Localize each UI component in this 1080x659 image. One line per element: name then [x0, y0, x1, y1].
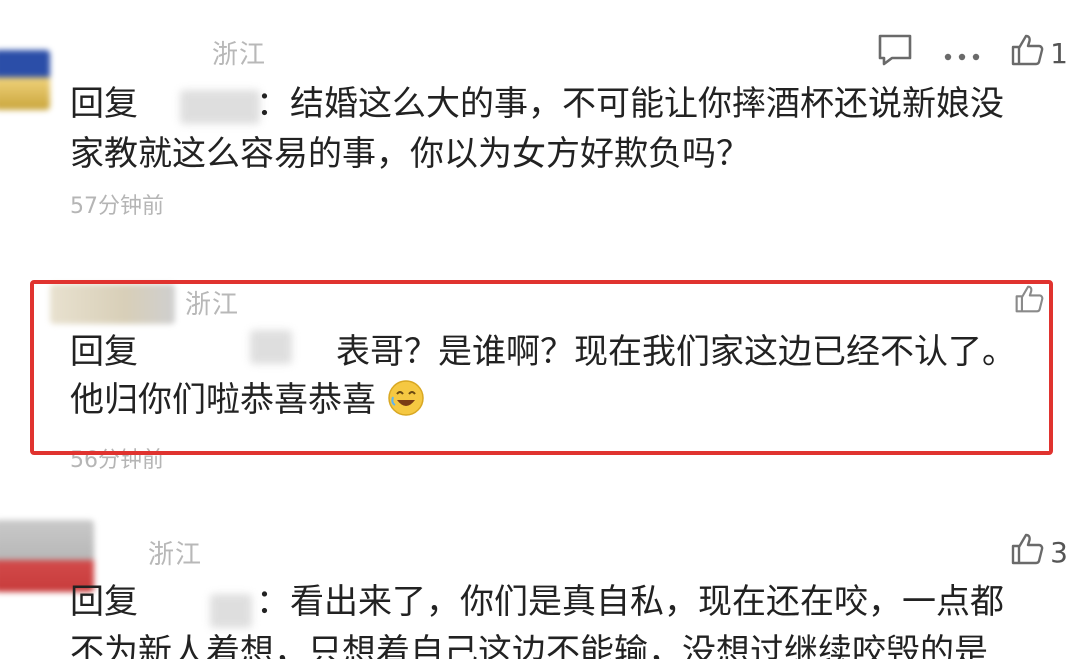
comment-text-line1: 表哥？是谁啊？现在我们家这边已经不认了。 — [336, 332, 1016, 372]
comment-body: 回复 ：结婚这么大的事，不可能让你摔酒杯还说新娘没 — [70, 78, 1055, 130]
comment-time: 57分钟前 — [70, 194, 164, 219]
comment-item-highlighted: 浙江 回复 表哥？是谁啊？现在我们家这边已经不认了。 他归你们啦恭喜恭喜 56分… — [0, 270, 1080, 473]
comment-body-line2: 他归你们啦恭喜恭喜 — [70, 374, 1055, 426]
user-location: 浙江 — [185, 290, 240, 320]
thumbs-up-icon — [1010, 33, 1044, 74]
like-count: 3 — [1050, 536, 1068, 569]
comment-item: 浙江 3 回复 ：看出来了，你们是真自私，现在还在咬，一点都 不为新人着想，只想着… — [0, 512, 1080, 659]
reply-separator: ： — [256, 582, 290, 622]
comment-body: 回复 ：看出来了，你们是真自私，现在还在咬，一点都 — [70, 576, 1055, 628]
more-dots-icon[interactable] — [942, 37, 982, 70]
comment-actions: 3 — [1010, 532, 1068, 573]
thumbs-up-icon — [1014, 284, 1044, 321]
like-button[interactable]: 3 — [1010, 532, 1068, 573]
comment-body: 回复 表哥？是谁啊？现在我们家这边已经不认了。 — [70, 326, 1055, 378]
comment-text-line2: 家教就这么容易的事，你以为女方好欺负吗？ — [70, 134, 750, 174]
comment-actions — [1014, 284, 1044, 321]
like-button[interactable] — [1014, 284, 1044, 321]
user-location: 浙江 — [148, 540, 203, 570]
comment-body-line2: 不为新人着想，只想着自己这边不能输，没想过继续咬毁的是 — [70, 626, 1055, 659]
comment-text-line1: 结婚这么大的事，不可能让你摔酒杯还说新娘没 — [290, 84, 1004, 124]
comment-bubble-icon[interactable] — [876, 32, 914, 75]
reply-label[interactable]: 回复 — [70, 78, 138, 130]
comment-time: 56分钟前 — [70, 448, 164, 473]
comment-text-line2: 不为新人着想，只想着自己这边不能输，没想过继续咬毁的是 — [70, 632, 988, 659]
reply-label[interactable]: 回复 — [70, 326, 138, 378]
comment-text-line2: 他归你们啦恭喜恭喜 — [70, 380, 376, 420]
like-count: 1 — [1050, 37, 1068, 70]
like-button[interactable]: 1 — [1010, 33, 1068, 74]
comment-text-line1: 看出来了，你们是真自私，现在还在咬，一点都 — [290, 582, 1004, 622]
reply-label[interactable]: 回复 — [70, 576, 138, 628]
comment-item: 浙江 1 回复 ：结婚这么大的事，不可能让你摔酒杯还说新娘没 家教就这么容易的事… — [0, 18, 1080, 243]
comment-list: 浙江 1 回复 ：结婚这么大的事，不可能让你摔酒杯还说新娘没 家教就这么容易的事… — [0, 0, 1080, 659]
thumbs-up-icon — [1010, 532, 1044, 573]
avatar[interactable] — [0, 50, 50, 110]
laughing-face-emoji-icon — [387, 379, 425, 417]
avatar[interactable] — [50, 284, 175, 324]
comment-actions: 1 — [876, 32, 1068, 75]
comment-body-line2: 家教就这么容易的事，你以为女方好欺负吗？ — [70, 128, 1055, 180]
user-location: 浙江 — [212, 40, 267, 70]
reply-separator: ： — [256, 84, 290, 124]
